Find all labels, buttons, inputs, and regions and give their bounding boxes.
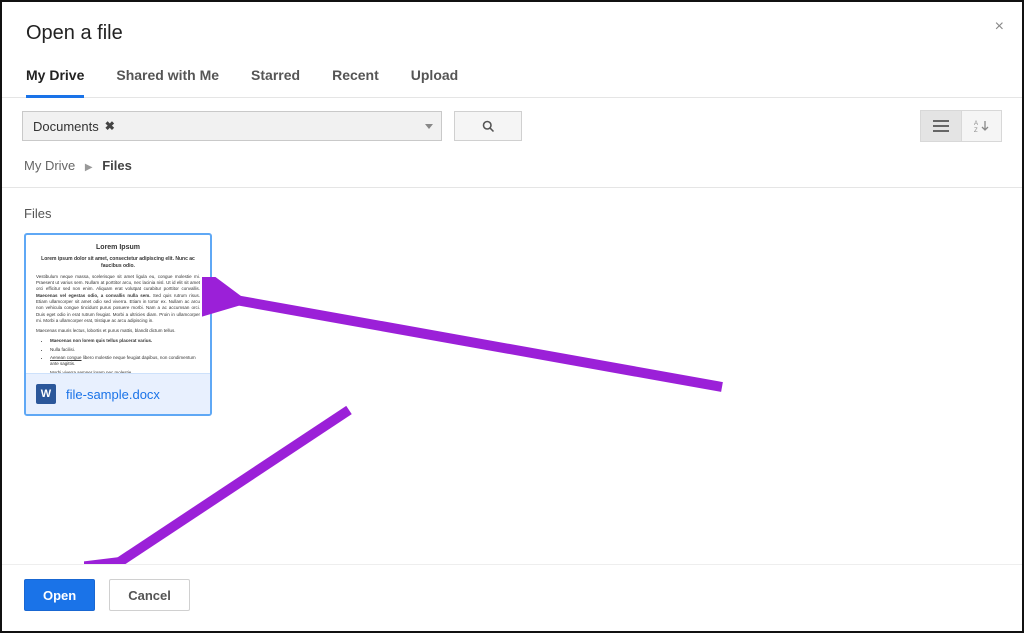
- tab-my-drive[interactable]: My Drive: [26, 67, 84, 98]
- tab-recent[interactable]: Recent: [332, 67, 379, 98]
- svg-text:A: A: [974, 121, 978, 127]
- chevron-down-icon: [425, 124, 433, 129]
- tabs-bar: My Drive Shared with Me Starred Recent U…: [2, 67, 1022, 98]
- close-icon[interactable]: ×: [995, 18, 1004, 36]
- sort-az-icon: AZ: [974, 119, 990, 133]
- svg-text:Z: Z: [974, 128, 978, 133]
- file-card[interactable]: Lorem Ipsum Lorem ipsum dolor sit amet, …: [24, 233, 212, 416]
- toolbar: Documents ✖ AZ: [2, 98, 1022, 154]
- search-icon: [481, 119, 496, 134]
- file-name-label: file-sample.docx: [66, 387, 160, 402]
- annotation-arrow-2: [84, 402, 364, 582]
- tab-upload[interactable]: Upload: [411, 67, 458, 98]
- breadcrumb-root[interactable]: My Drive: [24, 158, 75, 173]
- filter-chip-label: Documents: [33, 119, 99, 134]
- breadcrumb-current: Files: [102, 158, 132, 173]
- list-view-button[interactable]: [921, 111, 961, 141]
- file-preview: Lorem Ipsum Lorem ipsum dolor sit amet, …: [26, 235, 210, 373]
- tab-starred[interactable]: Starred: [251, 67, 300, 98]
- dialog-footer: Open Cancel: [2, 564, 1022, 631]
- list-icon: [933, 120, 949, 132]
- cancel-button[interactable]: Cancel: [109, 579, 190, 611]
- open-button[interactable]: Open: [24, 579, 95, 611]
- chevron-right-icon: ▶: [85, 162, 93, 173]
- tab-shared-with-me[interactable]: Shared with Me: [116, 67, 219, 98]
- dialog-title: Open a file: [26, 22, 998, 45]
- filter-chip-remove-icon[interactable]: ✖: [105, 119, 115, 133]
- search-button[interactable]: [454, 111, 522, 141]
- section-label: Files: [2, 188, 1022, 233]
- filter-dropdown[interactable]: Documents ✖: [22, 111, 442, 141]
- word-doc-icon: W: [36, 384, 56, 404]
- sort-button[interactable]: AZ: [961, 111, 1001, 141]
- breadcrumb: My Drive ▶ Files: [2, 154, 1022, 188]
